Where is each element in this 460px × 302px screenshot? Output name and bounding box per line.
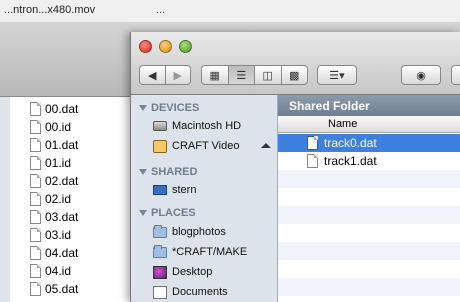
back-arrow-icon[interactable]: ◀ — [140, 66, 166, 84]
file-icon — [30, 138, 41, 152]
list-item[interactable]: 02.dat — [30, 172, 78, 190]
toolbar-overflow[interactable] — [451, 65, 460, 85]
empty-row — [278, 206, 460, 224]
column-view-icon[interactable]: ◫ — [255, 66, 282, 84]
file-list-pane: Shared Folder Name track0.dat track1.dat — [278, 95, 460, 302]
external-drive-icon — [153, 139, 167, 153]
folder-icon — [153, 224, 167, 238]
minimize-button[interactable] — [159, 40, 172, 53]
file-icon — [30, 228, 41, 242]
folder-title: Shared Folder — [278, 95, 460, 116]
file-icon — [307, 154, 318, 168]
file-icon — [30, 120, 41, 134]
gear-menu-icon: ☰▾ — [329, 69, 345, 82]
list-item[interactable]: 02.id — [30, 190, 71, 208]
file-icon — [30, 192, 41, 206]
finder-toolbar: ◀ ▶ ▦ ☰ ◫ ▩ ☰▾ ◉ — [131, 32, 460, 95]
file-icon — [30, 246, 41, 260]
sidebar-item-blogphotos[interactable]: blogphotos — [153, 223, 226, 241]
sidebar-item-macintosh-hd[interactable]: Macintosh HD — [153, 117, 241, 135]
documents-icon — [153, 285, 167, 299]
file-icon — [30, 174, 41, 188]
file-icon — [30, 210, 41, 224]
list-item[interactable]: 00.dat — [30, 100, 78, 118]
close-button[interactable] — [139, 40, 152, 53]
quick-look-button[interactable]: ◉ — [401, 65, 441, 85]
sidebar-item-stern[interactable]: stern — [153, 181, 196, 199]
empty-row — [278, 170, 460, 188]
sidebar-item-desktop[interactable]: Desktop — [153, 263, 212, 281]
list-item[interactable]: 01.dat — [30, 136, 78, 154]
list-item[interactable]: 04.dat — [30, 244, 78, 262]
background-window-title-2: ... — [156, 4, 166, 16]
action-menu-button[interactable]: ☰▾ — [317, 65, 357, 85]
sidebar-item-craft-make[interactable]: *CRAFT/MAKE — [153, 243, 247, 261]
list-item[interactable]: 01.id — [30, 154, 71, 172]
back-forward-control: ◀ ▶ — [139, 65, 191, 85]
zoom-button[interactable] — [179, 40, 192, 53]
disclosure-triangle-icon — [139, 105, 147, 111]
disclosure-triangle-icon — [139, 210, 147, 216]
sidebar-item-craft-video[interactable]: CRAFT Video — [153, 137, 239, 155]
folder-icon — [153, 244, 167, 258]
background-window-title: ...ntron...x480.mov — [4, 4, 96, 16]
empty-row — [278, 278, 460, 296]
file-icon — [30, 156, 41, 170]
places-section-header[interactable]: PLACES — [139, 207, 196, 219]
list-item[interactable]: 00.id — [30, 118, 71, 136]
sidebar-item-documents[interactable]: Documents — [153, 283, 228, 301]
hard-drive-icon — [153, 121, 167, 131]
view-mode-control: ▦ ☰ ◫ ▩ — [201, 65, 308, 85]
file-icon — [30, 102, 41, 116]
background-titlebar: ...ntron...x480.mov ... — [0, 0, 460, 22]
list-view-icon[interactable]: ☰ — [228, 66, 255, 84]
network-computer-icon — [153, 185, 167, 195]
forward-arrow-icon[interactable]: ▶ — [166, 66, 191, 84]
coverflow-view-icon[interactable]: ▩ — [282, 66, 308, 84]
background-sidebar — [0, 97, 10, 302]
eye-icon: ◉ — [416, 69, 426, 82]
file-icon — [30, 282, 41, 296]
background-file-list: 00.dat 00.id 01.dat 01.id 02.dat 02.id 0… — [0, 97, 130, 302]
icon-view-icon[interactable]: ▦ — [202, 66, 229, 84]
disclosure-triangle-icon — [139, 169, 147, 175]
file-row-track0[interactable]: track0.dat — [278, 134, 460, 152]
list-item[interactable]: 03.id — [30, 226, 71, 244]
list-item[interactable]: 04.id — [30, 262, 71, 280]
list-item[interactable]: 05.dat — [30, 280, 78, 298]
list-item[interactable]: 03.dat — [30, 208, 78, 226]
column-header-name[interactable]: Name — [278, 116, 460, 133]
desktop-icon — [153, 265, 167, 279]
file-row-track1[interactable]: track1.dat — [278, 152, 460, 170]
file-icon — [30, 264, 41, 278]
shared-section-header[interactable]: SHARED — [139, 166, 197, 178]
file-icon — [307, 136, 318, 150]
empty-row — [278, 242, 460, 260]
devices-section-header[interactable]: DEVICES — [139, 102, 199, 114]
finder-window: ◀ ▶ ▦ ☰ ◫ ▩ ☰▾ ◉ DEVICES Macintosh HD CR… — [130, 32, 460, 302]
eject-icon[interactable] — [261, 143, 271, 148]
finder-sidebar: DEVICES Macintosh HD CRAFT Video SHARED … — [131, 95, 278, 302]
